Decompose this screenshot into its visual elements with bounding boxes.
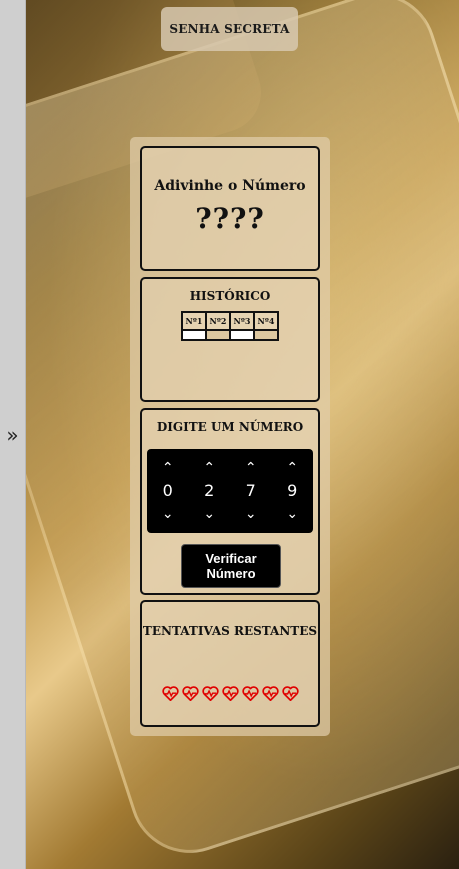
chevron-up-icon[interactable]: ⌃ <box>245 461 257 475</box>
history-card: HISTÓRICO Nº1 Nº2 Nº3 Nº4 <box>140 277 320 402</box>
history-header-2: Nº2 <box>205 311 231 331</box>
history-title: HISTÓRICO <box>189 289 271 303</box>
secret-password-button[interactable]: SENHA SECRETA <box>161 7 298 51</box>
history-cell <box>181 329 207 341</box>
guess-title: Adivinhe o Número <box>154 178 306 194</box>
heart-pulse-icon <box>181 686 199 701</box>
chevron-up-icon[interactable]: ⌃ <box>203 461 215 475</box>
history-cell <box>205 329 231 341</box>
verify-number-button[interactable]: Verificar Número <box>181 544 281 588</box>
digit-column-4: ⌃ 9 ⌄ <box>277 461 307 521</box>
heart-pulse-icon <box>241 686 259 701</box>
hearts-row <box>142 686 318 701</box>
game-panel: Adivinhe o Número ???? HISTÓRICO Nº1 Nº2… <box>130 137 330 736</box>
side-drawer-toggle[interactable]: » <box>0 0 26 869</box>
number-input-card: DIGITE UM NÚMERO ⌃ 0 ⌄ ⌃ 2 ⌄ ⌃ 7 ⌄ ⌃ 9 ⌄ <box>140 408 320 595</box>
history-cell <box>229 329 255 341</box>
chevron-down-icon[interactable]: ⌄ <box>203 507 215 521</box>
history-cell <box>253 329 279 341</box>
history-header-3: Nº3 <box>229 311 255 331</box>
digit-value: 7 <box>245 481 256 500</box>
attempts-title: TENTATIVAS RESTANTES <box>142 624 318 638</box>
history-header-1: Nº1 <box>181 311 207 331</box>
attempts-card: TENTATIVAS RESTANTES <box>140 600 320 727</box>
digit-column-2: ⌃ 2 ⌄ <box>194 461 224 521</box>
guess-card: Adivinhe o Número ???? <box>140 146 320 271</box>
history-table: Nº1 Nº2 Nº3 Nº4 <box>181 311 279 341</box>
chevron-up-icon[interactable]: ⌃ <box>162 461 174 475</box>
digit-value: 9 <box>287 481 298 500</box>
chevron-down-icon[interactable]: ⌄ <box>286 507 298 521</box>
digit-column-3: ⌃ 7 ⌄ <box>236 461 266 521</box>
heart-pulse-icon <box>261 686 279 701</box>
digit-picker: ⌃ 0 ⌄ ⌃ 2 ⌄ ⌃ 7 ⌄ ⌃ 9 ⌄ <box>147 449 313 533</box>
heart-pulse-icon <box>281 686 299 701</box>
digit-value: 0 <box>162 481 173 500</box>
digit-column-1: ⌃ 0 ⌄ <box>153 461 183 521</box>
masked-number: ???? <box>195 202 265 235</box>
heart-pulse-icon <box>221 686 239 701</box>
history-header-4: Nº4 <box>253 311 279 331</box>
heart-pulse-icon <box>201 686 219 701</box>
digit-value: 2 <box>204 481 215 500</box>
chevron-down-icon[interactable]: ⌄ <box>245 507 257 521</box>
heart-pulse-icon <box>161 686 179 701</box>
chevron-up-icon[interactable]: ⌃ <box>286 461 298 475</box>
chevron-down-icon[interactable]: ⌄ <box>162 507 174 521</box>
input-title: DIGITE UM NÚMERO <box>156 420 304 434</box>
double-chevron-right-icon: » <box>6 422 19 447</box>
